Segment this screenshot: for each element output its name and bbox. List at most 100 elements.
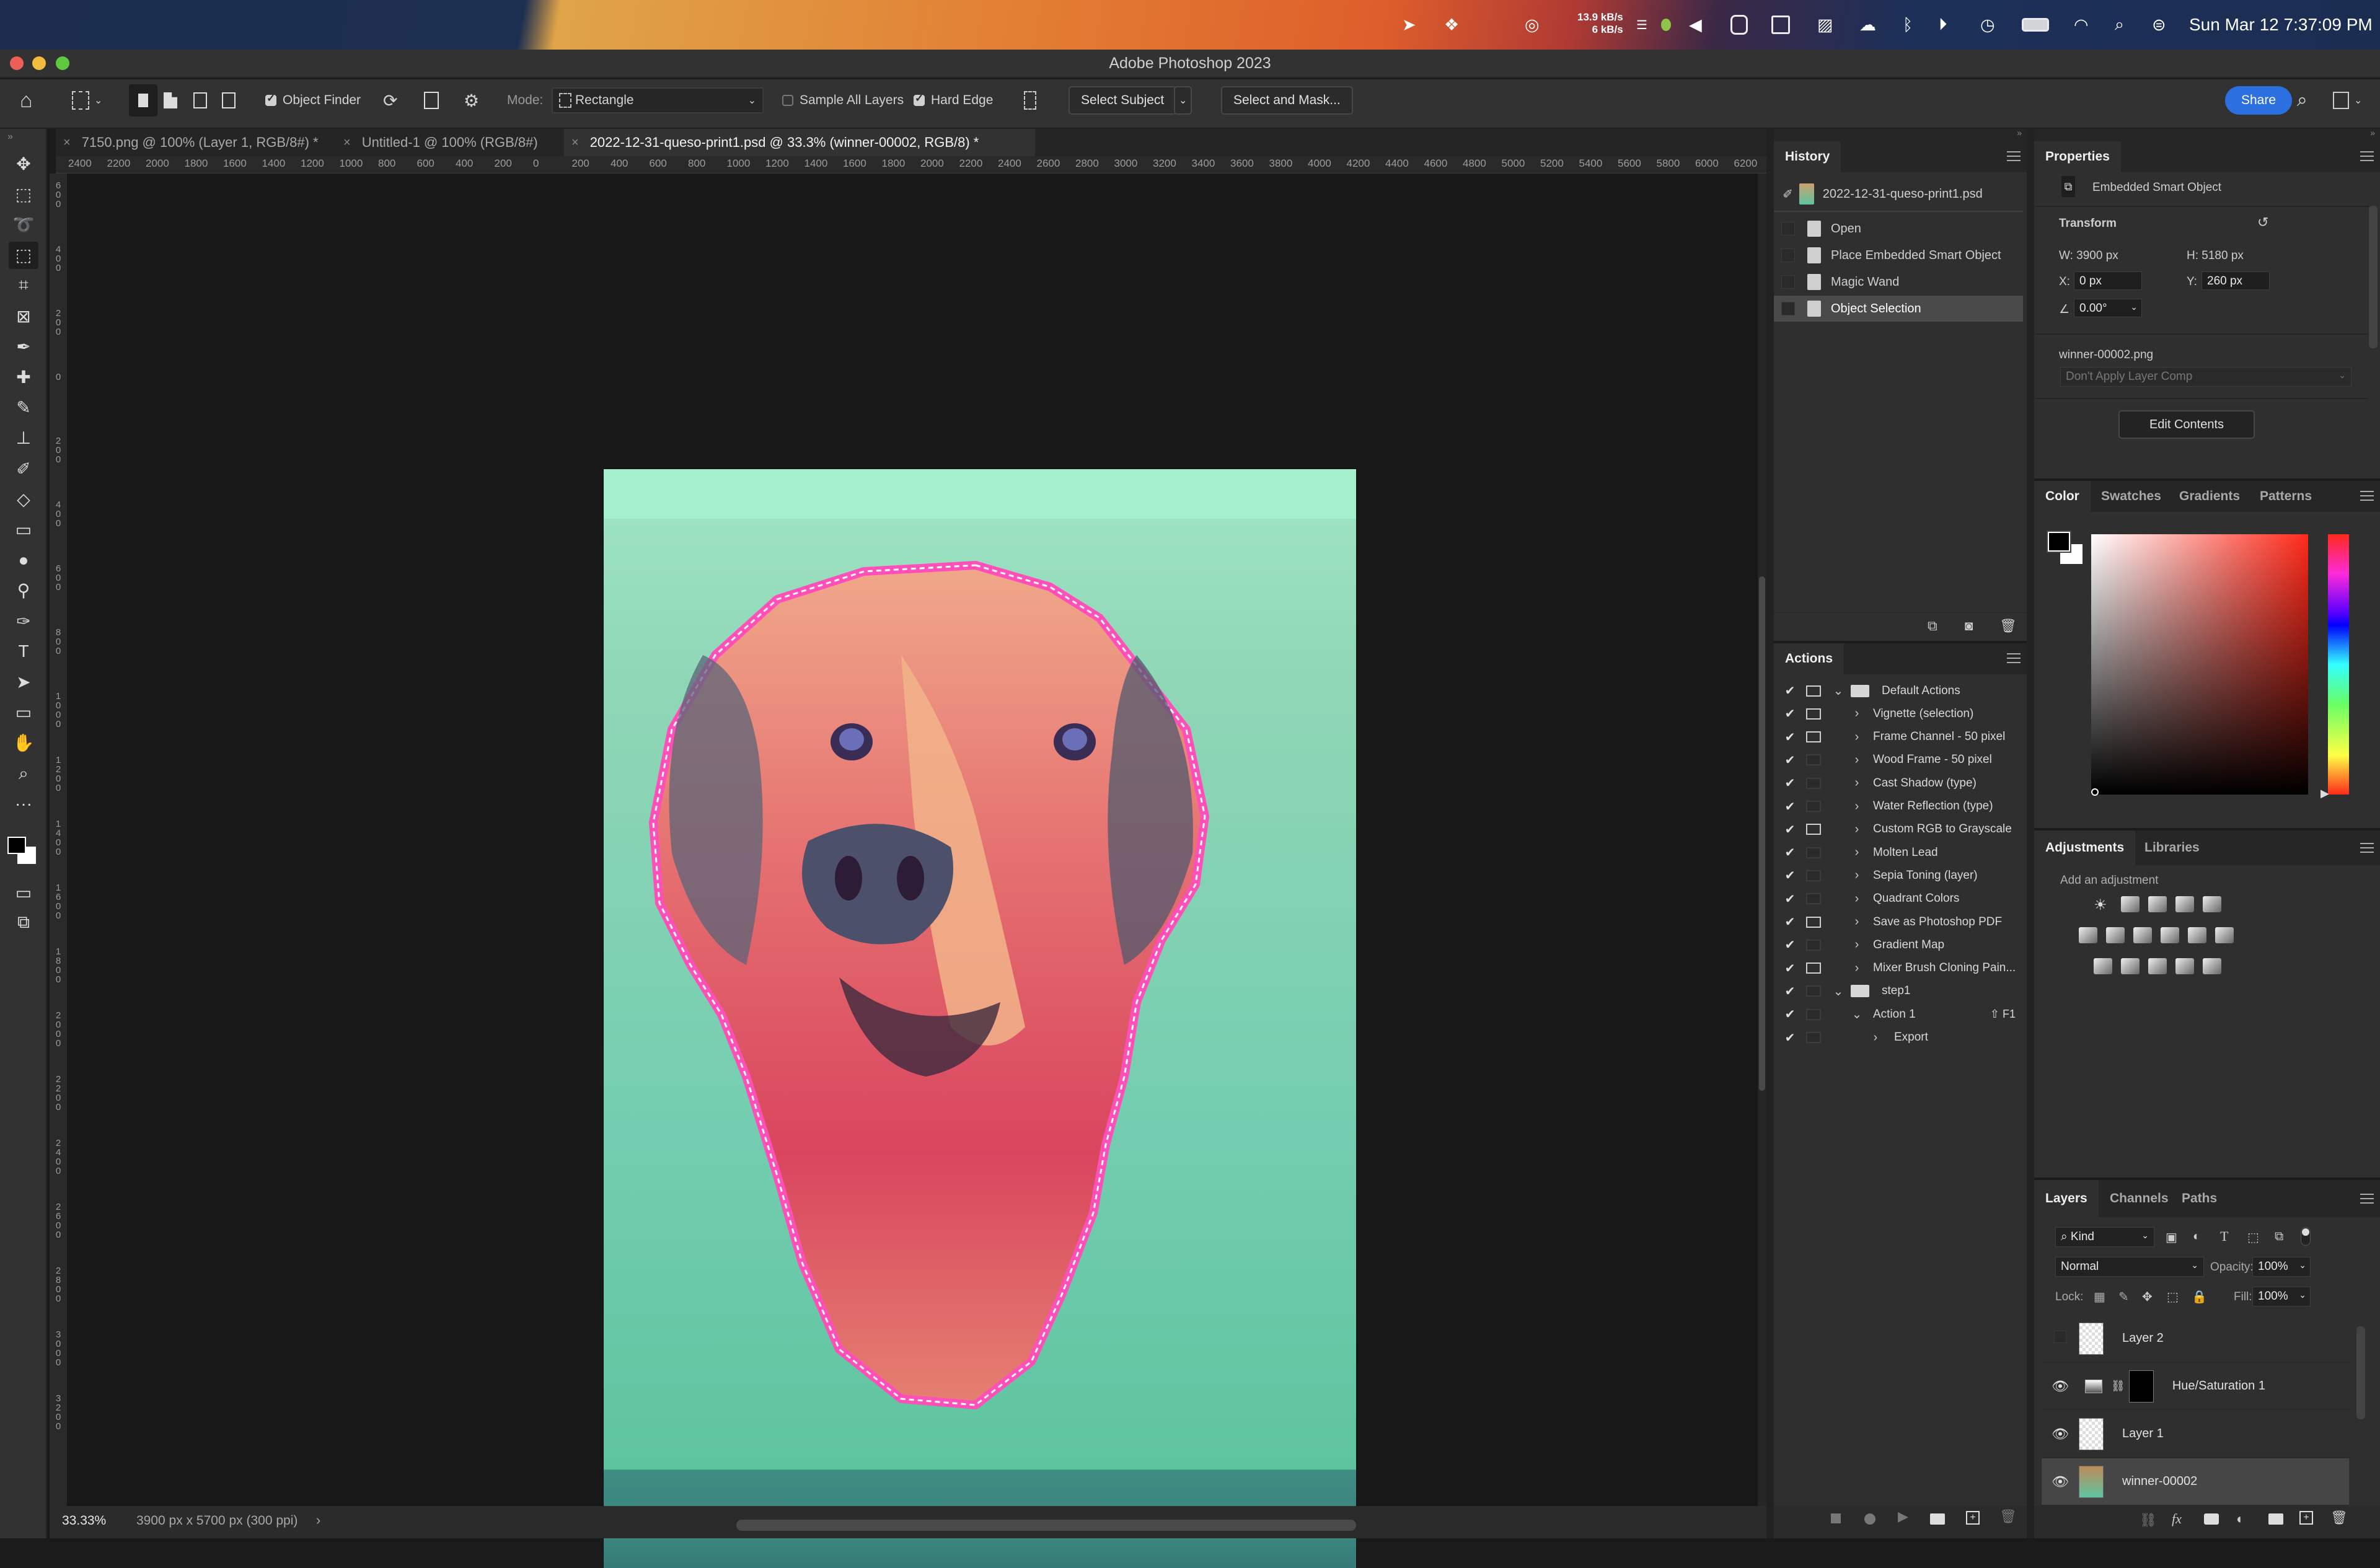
foreground-color-swatch[interactable] (7, 837, 26, 854)
subtract-from-selection-icon[interactable] (193, 84, 207, 117)
layer-thumbnail[interactable] (2079, 1417, 2104, 1450)
action-item[interactable]: ✔ ⌄ step1 (1774, 980, 2022, 1003)
invert-icon[interactable] (2094, 958, 2112, 974)
mode-select[interactable]: Rectangle ⌄ (552, 87, 764, 113)
check-icon[interactable]: ✔ (1779, 937, 1801, 953)
layers-scroll-thumb[interactable] (2356, 1326, 2365, 1419)
close-tab-icon[interactable]: × (343, 136, 351, 150)
drive-icon[interactable] (1730, 14, 1748, 36)
action-item[interactable]: ✔ › Frame Channel - 50 pixel (1774, 726, 2022, 749)
chevron-down-icon[interactable]: ⌄ (1832, 984, 1844, 999)
tab-paths[interactable]: Paths (2171, 1180, 2228, 1217)
document-image[interactable] (604, 469, 1356, 1568)
network-monitor-icon[interactable]: ☰ (1636, 14, 1647, 36)
filter-shape-icon[interactable]: ⬚ (2247, 1230, 2259, 1245)
layer-comp-select[interactable]: Don't Apply Layer Comp ⌄ (2060, 367, 2351, 387)
tab-7150[interactable]: × 7150.png @ 100% (Layer 1, RGB/8#) * (56, 129, 336, 156)
show-all-objects-icon[interactable] (424, 84, 439, 117)
window-icon[interactable] (1771, 14, 1790, 36)
color-picker-cursor[interactable] (2091, 788, 2099, 796)
eraser-tool-icon[interactable]: ◇ (9, 485, 38, 513)
chevron-right-icon[interactable]: › (1851, 707, 1863, 721)
dialog-toggle-icon[interactable] (1806, 916, 1821, 928)
tab-libraries[interactable]: Libraries (2133, 830, 2211, 865)
battery-icon[interactable] (2022, 14, 2049, 36)
dialog-toggle-icon[interactable] (1806, 847, 1821, 858)
select-subject-dropdown[interactable]: ⌄ (1174, 84, 1192, 117)
check-icon[interactable]: ✔ (1779, 1030, 1801, 1046)
vibrance-icon[interactable] (2203, 896, 2221, 912)
chevron-right-icon[interactable]: › (1851, 730, 1863, 744)
curves-icon[interactable] (2148, 896, 2167, 912)
new-selection-icon[interactable] (129, 84, 157, 117)
x-input[interactable]: 0 px (2074, 271, 2142, 290)
action-item[interactable]: ✔ › Cast Shadow (type) (1774, 772, 2022, 795)
lock-artboard-icon[interactable]: ⬚ (2167, 1289, 2179, 1305)
tab-patterns[interactable]: Patterns (2249, 481, 2323, 512)
filter-type-icon[interactable]: T (2220, 1228, 2228, 1244)
history-brush-source-box[interactable] (1781, 249, 1795, 262)
action-item[interactable]: ✔ › Save as Photoshop PDF (1774, 910, 2022, 933)
chevron-right-icon[interactable]: › (1851, 938, 1863, 952)
check-icon[interactable]: ✔ (1779, 914, 1801, 930)
chevron-right-icon[interactable]: › (1851, 776, 1863, 790)
camera-icon[interactable]: ◙ (1965, 618, 1973, 634)
lasso-tool-icon[interactable]: ➰ (9, 211, 38, 238)
history-brush-source-box[interactable] (1781, 222, 1795, 236)
hue-saturation-icon[interactable] (2079, 927, 2097, 943)
search-icon[interactable]: ⌕ (2297, 84, 2307, 117)
action-item[interactable]: ✔ › Quadrant Colors (1774, 888, 2022, 910)
hue-slider[interactable] (2328, 534, 2349, 795)
dialog-toggle-icon[interactable] (1806, 824, 1821, 835)
panel-menu-icon[interactable] (2007, 151, 2021, 161)
sample-all-layers-checkbox[interactable]: Sample All Layers (782, 84, 904, 117)
filter-smart-object-icon[interactable]: ⧉ (2275, 1230, 2283, 1244)
dialog-toggle-icon[interactable] (1806, 754, 1821, 766)
lock-transparent-icon[interactable]: ▦ (2094, 1289, 2105, 1305)
control-center-icon[interactable]: ⊜ (2152, 14, 2166, 36)
layer-row[interactable]: 👁 ⛓ Hue/Saturation 1 (2042, 1363, 2349, 1410)
tab-layers[interactable]: Layers (2034, 1180, 2099, 1217)
check-icon[interactable]: ✔ (1779, 799, 1801, 814)
fill-input[interactable]: 100% ⌄ (2252, 1287, 2311, 1306)
tab-color[interactable]: Color (2034, 481, 2091, 512)
panel-menu-icon[interactable] (2360, 1194, 2374, 1204)
history-snapshot[interactable]: ✐ 2022-12-31-queso-print1.psd (1774, 177, 2023, 212)
hue-slider-handle[interactable]: ▶ (2320, 787, 2329, 800)
panel-menu-icon[interactable] (2360, 151, 2374, 161)
hard-edge-checkbox[interactable]: Hard Edge (914, 84, 993, 117)
volume-icon[interactable]: ◀ (1689, 14, 1702, 36)
chevron-right-icon[interactable]: › (1851, 753, 1863, 767)
expand-toolbar-icon[interactable]: » (7, 131, 13, 143)
color-lookup-icon[interactable] (2215, 927, 2234, 943)
collapse-icon[interactable]: » (2370, 128, 2375, 138)
zoom-level[interactable]: 33.33% (62, 1513, 106, 1528)
dialog-toggle-icon[interactable] (1806, 870, 1821, 881)
tab-actions[interactable]: Actions (1774, 643, 1844, 674)
close-tab-icon[interactable]: × (63, 136, 71, 150)
trash-icon[interactable]: 🗑 (1999, 618, 2017, 634)
gradient-tool-icon[interactable]: ▭ (9, 516, 38, 543)
intersect-selection-icon[interactable] (222, 84, 236, 117)
photo-filter-icon[interactable] (2161, 927, 2179, 943)
layer-row[interactable]: Layer 2 (2042, 1315, 2349, 1362)
history-brush-source-box[interactable] (1781, 302, 1795, 315)
reset-transform-icon[interactable]: ↺ (2257, 214, 2268, 231)
add-to-selection-icon[interactable] (164, 84, 177, 117)
lock-position-icon[interactable]: ✥ (2142, 1289, 2153, 1305)
close-tab-icon[interactable]: × (571, 136, 579, 150)
action-item[interactable]: ✔ › Wood Frame - 50 pixel (1774, 749, 2022, 772)
check-icon[interactable]: ✔ (1779, 1006, 1801, 1022)
location-icon[interactable]: ➤ (1402, 14, 1416, 36)
screen-mode-icon[interactable]: ⧉ (9, 909, 38, 936)
chevron-right-icon[interactable]: › (316, 1512, 320, 1528)
bluetooth-icon[interactable]: ᛒ (1903, 14, 1913, 36)
history-state[interactable]: Magic Wand (1774, 269, 2023, 295)
chevron-right-icon[interactable]: › (1851, 961, 1863, 976)
check-icon[interactable]: ✔ (1779, 752, 1801, 768)
chevron-right-icon[interactable]: › (1851, 892, 1863, 906)
record-icon[interactable] (1864, 1513, 1875, 1525)
layer-name[interactable]: winner-00002 (2122, 1474, 2197, 1489)
move-tool-icon[interactable]: ✥ (9, 150, 38, 177)
dialog-toggle-icon[interactable] (1806, 731, 1821, 743)
